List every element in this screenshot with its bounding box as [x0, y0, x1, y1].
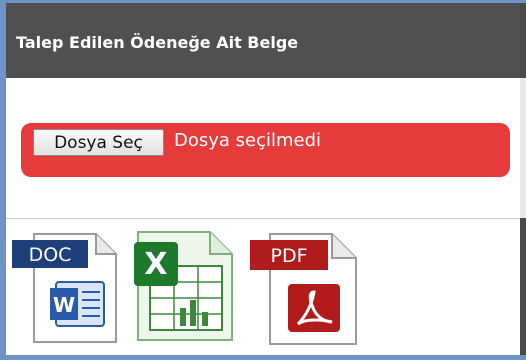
- doc-label: DOC: [29, 244, 72, 266]
- choose-file-button[interactable]: Dosya Seç: [33, 129, 164, 156]
- svg-text:X: X: [144, 247, 167, 282]
- file-status-text: Dosya seçilmedi: [174, 130, 322, 151]
- pdf-icon: PDF: [250, 233, 357, 345]
- svg-text:W: W: [53, 293, 75, 317]
- word-doc-icon: DOC W: [12, 233, 117, 343]
- scrollbar-thumb[interactable]: [520, 78, 526, 218]
- section-header: Talep Edilen Ödeneğe Ait Belge: [6, 3, 520, 78]
- section-title: Talep Edilen Ödeneğe Ait Belge: [16, 33, 299, 52]
- excel-xls-icon: X: [134, 231, 233, 341]
- pdf-label: PDF: [270, 245, 307, 267]
